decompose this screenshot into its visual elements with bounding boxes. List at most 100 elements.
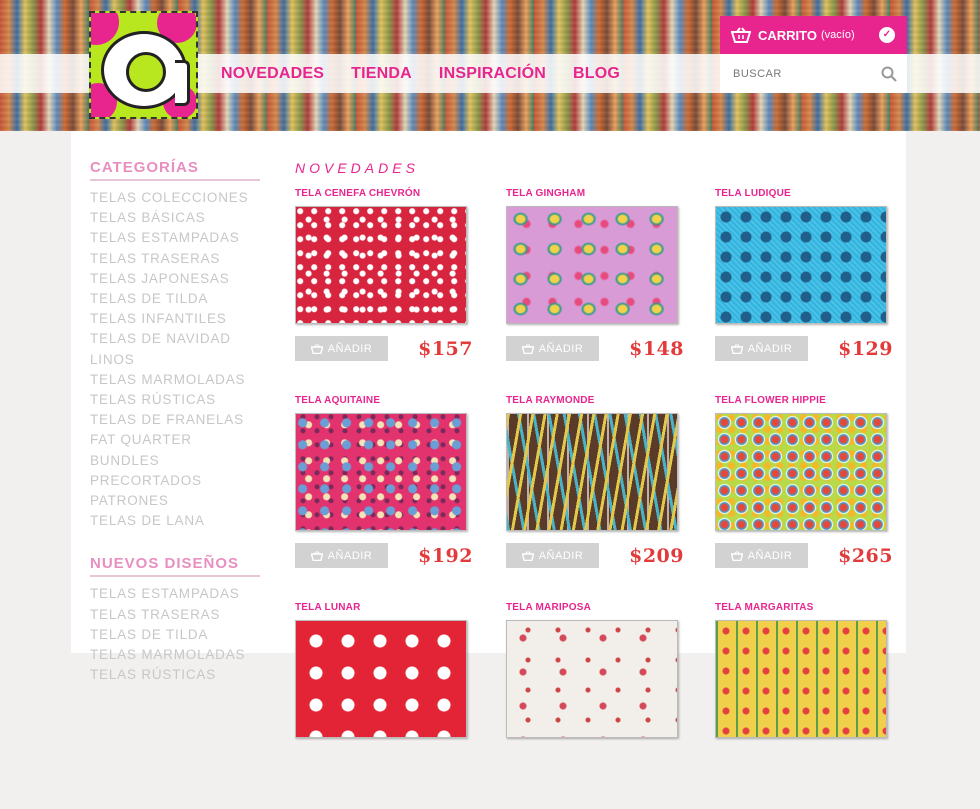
add-to-cart-button[interactable]: AÑADIR	[715, 336, 808, 361]
add-label: AÑADIR	[747, 549, 793, 562]
basket-icon	[730, 550, 743, 561]
chevron-down-icon[interactable]: ✓	[879, 27, 895, 43]
add-to-cart-button[interactable]: AÑADIR	[506, 543, 599, 568]
product-name[interactable]: TELA LUNAR	[295, 602, 506, 620]
category-link[interactable]: TELAS BÁSICAS	[90, 210, 205, 225]
category-link[interactable]: LINOS	[90, 352, 135, 367]
category-link[interactable]: TELAS RÚSTICAS	[90, 392, 216, 407]
product-name[interactable]: TELA CENEFA CHEVRÓN	[295, 188, 506, 206]
category-item: TELAS INFANTILES	[90, 309, 260, 329]
product-actions: AÑADIR $265	[715, 543, 893, 568]
product-price: $192	[418, 544, 473, 567]
category-link[interactable]: TELAS DE NAVIDAD	[90, 331, 231, 346]
new-design-item: TELAS ESTAMPADAS	[90, 584, 260, 604]
category-link[interactable]: TELAS DE TILDA	[90, 291, 208, 306]
product-image[interactable]	[295, 206, 467, 324]
category-item: TELAS ESTAMPADAS	[90, 228, 260, 248]
site-logo[interactable]	[89, 11, 198, 119]
product-price: $157	[418, 337, 473, 360]
new-design-item: TELAS TRASERAS	[90, 605, 260, 625]
add-to-cart-button[interactable]: AÑADIR	[295, 543, 388, 568]
product-price: $148	[629, 337, 684, 360]
new-design-item: TELAS MARMOLADAS	[90, 645, 260, 665]
product-image[interactable]	[715, 620, 887, 738]
category-item: LINOS	[90, 350, 260, 370]
category-item: FAT QUARTER BUNDLES	[90, 430, 260, 470]
cart-title: CARRITO	[758, 27, 817, 43]
search-input[interactable]	[720, 54, 870, 93]
category-link[interactable]: TELAS TRASERAS	[90, 251, 220, 266]
basket-icon	[730, 343, 743, 354]
basket-icon	[310, 343, 323, 354]
new-designs-list: TELAS ESTAMPADAS TELAS TRASERAS TELAS DE…	[90, 584, 260, 685]
product-image[interactable]	[506, 206, 678, 324]
new-design-link[interactable]: TELAS ESTAMPADAS	[90, 586, 240, 601]
main-panel: CATEGORÍAS TELAS COLECCIONES TELAS BÁSIC…	[71, 131, 906, 738]
new-designs-heading: NUEVOS DISEÑOS	[90, 555, 260, 578]
product-image[interactable]	[715, 413, 887, 531]
add-label: AÑADIR	[538, 342, 584, 355]
product-price: $129	[838, 337, 893, 360]
product-image[interactable]	[295, 620, 467, 738]
new-design-item: TELAS DE TILDA	[90, 625, 260, 645]
category-link[interactable]: PATRONES	[90, 493, 169, 508]
category-link[interactable]: TELAS ESTAMPADAS	[90, 230, 240, 245]
add-to-cart-button[interactable]: AÑADIR	[715, 543, 808, 568]
category-link[interactable]: TELAS DE LANA	[90, 513, 205, 528]
search-icon[interactable]	[881, 66, 897, 82]
product-name[interactable]: TELA GINGHAM	[506, 188, 715, 206]
category-item: TELAS DE TILDA	[90, 289, 260, 309]
category-link[interactable]: TELAS JAPONESAS	[90, 271, 230, 286]
product-name[interactable]: TELA FLOWER HIPPIE	[715, 395, 895, 413]
product-actions: AÑADIR $148	[506, 336, 684, 361]
product-actions: AÑADIR $209	[506, 543, 684, 568]
nav-novedades[interactable]: NOVEDADES	[221, 65, 324, 83]
product-image[interactable]	[295, 413, 467, 531]
category-item: PATRONES	[90, 491, 260, 511]
product-card: TELA AQUITAINE AÑADIR $192	[295, 395, 506, 602]
nav-blog[interactable]: BLOG	[573, 65, 620, 83]
add-to-cart-button[interactable]: AÑADIR	[295, 336, 388, 361]
product-image[interactable]	[506, 413, 678, 531]
category-item: TELAS TRASERAS	[90, 249, 260, 269]
product-name[interactable]: TELA MARGARITAS	[715, 602, 895, 620]
new-design-link[interactable]: TELAS MARMOLADAS	[90, 647, 245, 662]
basket-icon	[731, 27, 751, 43]
category-item: TELAS MARMOLADAS	[90, 370, 260, 390]
product-name[interactable]: TELA MARIPOSA	[506, 602, 715, 620]
product-card: TELA FLOWER HIPPIE AÑADIR $265	[715, 395, 895, 602]
category-item: TELAS JAPONESAS	[90, 269, 260, 289]
sidebar: CATEGORÍAS TELAS COLECCIONES TELAS BÁSIC…	[90, 159, 260, 709]
category-link[interactable]: TELAS MARMOLADAS	[90, 372, 245, 387]
category-item: TELAS DE FRANELAS	[90, 410, 260, 430]
new-design-link[interactable]: TELAS DE TILDA	[90, 627, 208, 642]
product-image[interactable]	[506, 620, 678, 738]
cart-button[interactable]: CARRITO (vacío) ✓	[720, 16, 907, 54]
category-link[interactable]: TELAS INFANTILES	[90, 311, 227, 326]
category-item: PRECORTADOS	[90, 471, 260, 491]
add-label: AÑADIR	[538, 549, 584, 562]
product-card: TELA MARIPOSA	[506, 602, 715, 809]
product-name[interactable]: TELA LUDIQUE	[715, 188, 895, 206]
main-nav: NOVEDADES TIENDA INSPIRACIÓN BLOG	[221, 54, 647, 93]
category-link[interactable]: FAT QUARTER BUNDLES	[90, 432, 192, 467]
basket-icon	[310, 550, 323, 561]
category-link[interactable]: PRECORTADOS	[90, 473, 202, 488]
category-item: TELAS RÚSTICAS	[90, 390, 260, 410]
new-design-link[interactable]: TELAS RÚSTICAS	[90, 667, 216, 682]
product-name[interactable]: TELA AQUITAINE	[295, 395, 506, 413]
category-item: TELAS BÁSICAS	[90, 208, 260, 228]
category-link[interactable]: TELAS DE FRANELAS	[90, 412, 244, 427]
category-link[interactable]: TELAS COLECCIONES	[90, 190, 248, 205]
product-card: TELA LUDIQUE AÑADIR $129	[715, 188, 895, 395]
product-actions: AÑADIR $129	[715, 336, 893, 361]
product-price: $209	[629, 544, 684, 567]
new-design-link[interactable]: TELAS TRASERAS	[90, 607, 220, 622]
add-to-cart-button[interactable]: AÑADIR	[506, 336, 599, 361]
product-price: $265	[838, 544, 893, 567]
nav-tienda[interactable]: TIENDA	[351, 65, 412, 83]
product-image[interactable]	[715, 206, 887, 324]
nav-inspiracion[interactable]: INSPIRACIÓN	[439, 65, 546, 83]
products-section: NOVEDADES TELA CENEFA CHEVRÓN AÑADIR $15…	[295, 160, 895, 809]
product-name[interactable]: TELA RAYMONDE	[506, 395, 715, 413]
